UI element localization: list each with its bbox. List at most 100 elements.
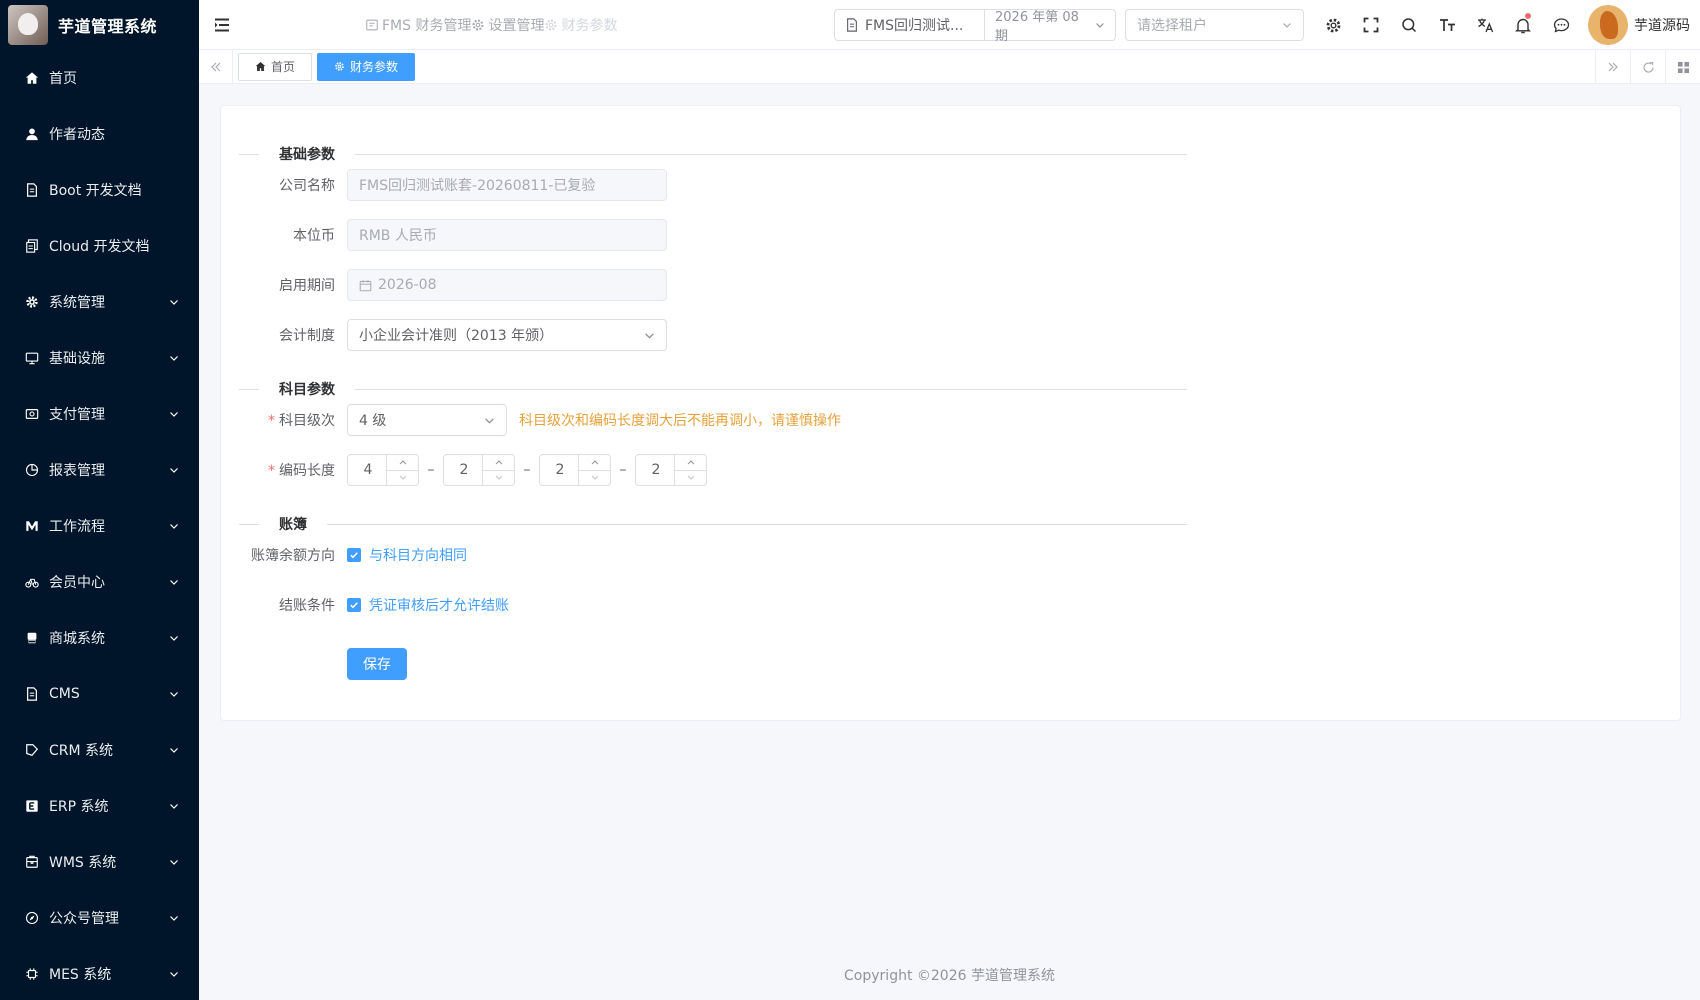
balance-direction-label: 账簿余额方向 [251,548,335,564]
sidebar-item-mp[interactable]: 公众号管理 [0,890,199,946]
sidebar-item-mes[interactable]: MES 系统 [0,946,199,1000]
tab-finance-params[interactable]: 财务参数 [317,52,416,81]
sidebar-item-crm[interactable]: CRM 系统 [0,722,199,778]
sidebar-item-system[interactable]: 系统管理 [0,274,199,330]
font-size-icon[interactable] [1428,0,1466,50]
bell-icon[interactable] [1504,0,1542,50]
breadcrumb-item-settings[interactable]: 设置管理 [471,15,544,35]
currency-label: 本位币 [293,228,335,244]
sidebar-item-author[interactable]: 作者动态 [0,106,199,162]
settings-icon[interactable] [1314,0,1352,50]
increase-icon[interactable] [579,455,610,470]
code-length-stepper[interactable]: 4 [347,454,419,486]
sidebar-item-erp[interactable]: ERP 系统 [0,778,199,834]
sidebar-item-label: 首页 [49,71,77,87]
balance-direction-checkbox[interactable]: 与科目方向相同 [347,545,467,565]
sidebar-item-label: MES 系统 [49,967,112,983]
period-input[interactable]: 2026-08 [347,269,667,301]
accounting-system-select[interactable]: 小企业会计准则（2013 年颁） [347,319,667,351]
period-value: 2026-08 [378,277,437,293]
warehouse-icon [24,854,40,870]
translate-icon[interactable] [1466,0,1504,50]
section-subject: 科目参数 [239,379,1187,399]
chevron-down-icon [170,468,178,473]
chevron-down-icon [170,692,178,697]
checkbox-checked-icon[interactable] [347,548,361,562]
increase-icon[interactable] [387,455,418,470]
separator-dash: – [523,462,531,478]
brand-title: 芋道管理系统 [58,17,158,36]
subject-level-label-text: 科目级次 [279,413,335,429]
scroll-left-icon[interactable] [199,49,233,84]
document-icon [24,182,40,198]
search-icon[interactable] [1390,0,1428,50]
account-set-selector[interactable]: FMS回归测试... 2026 年第 08 期 [834,9,1116,44]
currency-input[interactable]: RMB 人民币 [347,219,667,251]
menu-toggle-icon[interactable] [212,15,232,35]
company-input[interactable]: FMS回归测试账套-20260811-已复验 [347,169,667,201]
user-menu[interactable]: 芋道源码 [1588,5,1690,45]
subject-level-select[interactable]: 4 级 [347,404,507,436]
closing-condition-checkbox[interactable]: 凭证审核后才允许结账 [347,595,509,615]
decrease-icon[interactable] [483,469,514,486]
breadcrumb: FMS 财务管理 设置管理 财务参数 [365,15,617,35]
brand[interactable]: 芋道管理系统 [0,0,199,50]
sidebar-menu: 首页 作者动态 Boot 开发文档 Cloud 开发文档 系统管理 基础设施 支… [0,50,199,1000]
calendar-icon [359,279,372,291]
sidebar-item-label: ERP 系统 [49,799,109,815]
gear-icon [545,18,557,31]
gear-icon [335,62,344,71]
period-row: 启用期间 2026-08 [221,269,667,301]
increase-icon[interactable] [675,455,706,470]
code-length-stepper[interactable]: 2 [539,454,611,486]
sidebar-item-infra[interactable]: 基础设施 [0,330,199,386]
tags-view-actions [1595,50,1700,84]
sidebar-item-workflow[interactable]: 工作流程 [0,498,199,554]
decrease-icon[interactable] [579,469,610,486]
section-title: 账簿 [279,517,307,533]
sidebar-item-wms[interactable]: WMS 系统 [0,834,199,890]
sidebar-item-member[interactable]: 会员中心 [0,554,199,610]
account-set-name[interactable]: FMS回归测试... [835,10,985,40]
compass-icon [24,910,40,926]
sidebar-item-label: WMS 系统 [49,855,117,871]
period-select[interactable]: 2026 年第 08 期 [985,10,1115,44]
breadcrumb-item-params: 财务参数 [544,15,617,35]
breadcrumb-item-fms[interactable]: FMS 财务管理 [365,15,471,35]
sidebar-item-cloud-docs[interactable]: Cloud 开发文档 [0,218,199,274]
cms-icon [24,686,40,702]
scroll-right-icon[interactable] [1595,50,1630,84]
chevron-down-icon [170,580,178,585]
sidebar: 芋道管理系统 首页 作者动态 Boot 开发文档 Cloud 开发文档 系统管理… [0,0,199,1000]
code-length-stepper[interactable]: 2 [443,454,515,486]
sidebar-item-mall[interactable]: 商城系统 [0,610,199,666]
sidebar-item-home[interactable]: 首页 [0,50,199,106]
decrease-icon[interactable] [675,469,706,486]
checkbox-checked-icon[interactable] [347,598,361,612]
account-set-label: FMS回归测试... [865,18,964,34]
bicycle-icon [24,574,40,590]
code-length-stepper[interactable]: 2 [635,454,707,486]
breadcrumb-label: 财务参数 [561,17,618,34]
message-icon[interactable] [1542,0,1580,50]
footer-copyright: Copyright ©2026 芋道管理系统 [844,968,1055,984]
tenant-placeholder: 请选择租户 [1137,18,1207,34]
sidebar-item-report[interactable]: 报表管理 [0,442,199,498]
grid-menu-icon[interactable] [1665,50,1700,84]
tenant-select[interactable]: 请选择租户 [1125,9,1304,41]
gear-icon [24,294,40,310]
accounting-system-label: 会计制度 [279,328,335,344]
subject-level-value: 4 级 [359,413,387,429]
sidebar-item-cms[interactable]: CMS [0,666,199,722]
sidebar-item-label: 公众号管理 [49,911,119,927]
sidebar-item-payment[interactable]: 支付管理 [0,386,199,442]
decrease-icon[interactable] [387,469,418,486]
sidebar-item-label: 作者动态 [49,127,105,143]
refresh-icon[interactable] [1630,50,1665,84]
save-button[interactable]: 保存 [347,648,407,680]
fullscreen-icon[interactable] [1352,0,1390,50]
sidebar-item-boot-docs[interactable]: Boot 开发文档 [0,162,199,218]
increase-icon[interactable] [483,455,514,470]
tab-home[interactable]: 首页 [238,52,313,81]
company-label: 公司名称 [279,178,335,194]
